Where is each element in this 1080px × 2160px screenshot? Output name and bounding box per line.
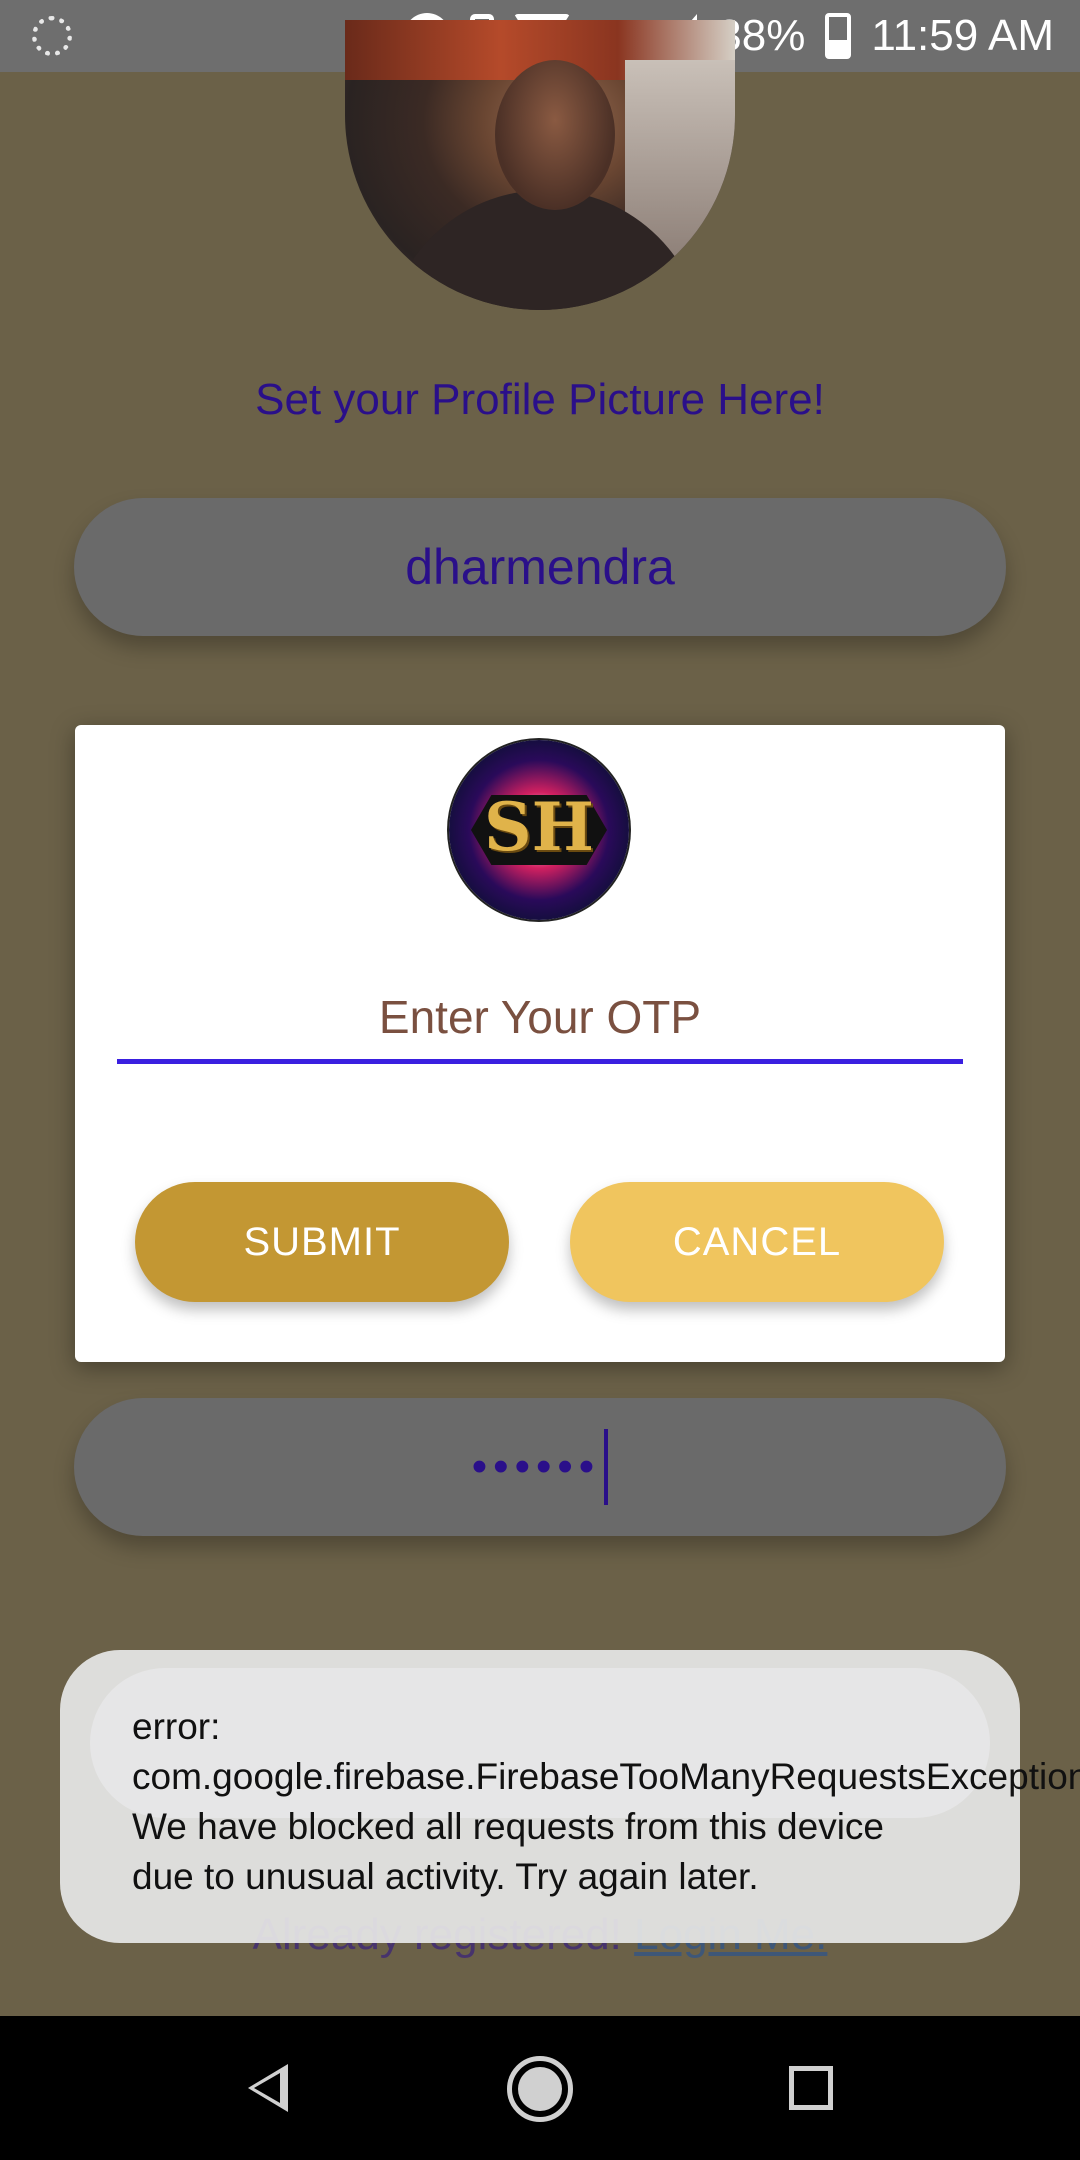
name-field-value: dharmendra xyxy=(405,539,675,595)
loading-spinner-icon xyxy=(32,16,72,56)
profile-picture[interactable] xyxy=(345,20,735,310)
profile-picture-caption[interactable]: Set your Profile Picture Here! xyxy=(0,375,1080,425)
clock: 11:59 AM xyxy=(871,11,1054,60)
app-logo: SH xyxy=(449,740,629,920)
home-icon[interactable] xyxy=(507,2056,573,2122)
password-field-value: •••••• xyxy=(471,1442,601,1491)
navigation-bar xyxy=(0,2016,1080,2160)
text-cursor xyxy=(604,1429,609,1505)
error-toast-message: error: com.google.firebase.FirebaseTooMa… xyxy=(132,1706,1080,1897)
otp-input[interactable]: Enter Your OTP xyxy=(117,987,963,1064)
error-toast: error: com.google.firebase.FirebaseTooMa… xyxy=(60,1650,1080,1943)
app-logo-text: SH xyxy=(483,788,595,866)
name-field[interactable]: dharmendra xyxy=(74,498,1006,636)
battery-charging-icon xyxy=(825,13,852,59)
recent-apps-icon[interactable] xyxy=(789,2066,833,2110)
cancel-button[interactable]: CANCEL xyxy=(570,1182,944,1302)
back-icon[interactable] xyxy=(248,2064,288,2112)
password-field[interactable]: •••••• xyxy=(74,1398,1006,1536)
submit-button[interactable]: SUBMIT xyxy=(135,1182,509,1302)
otp-dialog: SH Enter Your OTP SUBMIT CANCEL xyxy=(75,725,1005,1362)
